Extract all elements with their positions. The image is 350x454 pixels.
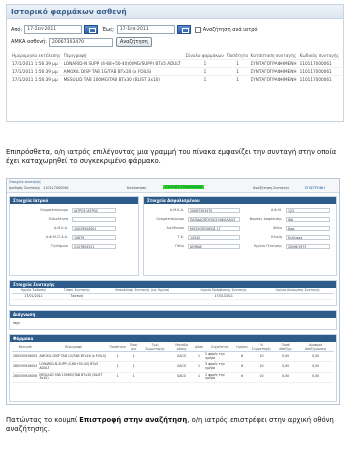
return-to-search-link[interactable]: ΕΠΙΣΤΡΟΦΗ (305, 186, 325, 190)
from-calendar-icon[interactable] (84, 25, 99, 34)
table-row[interactable]: 17/1/2011 1:56:39 μμ AMOXIL DISP TAB 1G/… (11, 67, 341, 76)
table-header-row: Ημερομηνία εκτέλεσης Περιγραφή Σύνολο φα… (11, 52, 341, 60)
doctor-section: Στοιχεία Ιατρού Ονοματεπώνυμο ΙΑΤΡΟΣ ΙΑΤ… (9, 196, 139, 276)
table-row[interactable]: 17/1/2011 1:56:39 μμ MESULID TAB 100MG/T… (11, 75, 341, 83)
cell-total: 1 (184, 67, 226, 76)
col-header: Σύνολο φαρμάκων (185, 53, 224, 58)
paragraph-select-row: Επιπρόσθετα, ο/η ιατρός επιλέγοντας μια … (6, 148, 337, 165)
drugs-section: Φάρμακα Barcode Περιγραφή Ποσότητα Ποσ/ρ… (9, 334, 337, 402)
col-header: Ποσότητα (226, 53, 248, 58)
col-header: Περιγραφή (63, 53, 87, 58)
rx-number-label: Αριθμός Συνταγής (9, 186, 41, 190)
header-title: Στοιχεία συνταγής (9, 180, 42, 184)
diagnosis-title: Διάγνωση (10, 311, 336, 318)
cell-code: 110117000061 (298, 75, 341, 83)
cell-quantity: 1 (225, 67, 250, 76)
status-badge: ΣΥΝΤΑΓΟΓΡΑΦΗΜΕΝΗ (163, 185, 205, 189)
col-header: Κατάσταση συνταγής (250, 53, 297, 58)
rx-number-value: 110117000061 (43, 186, 69, 190)
rx-info-title: Στοιχεία Συνταγής (10, 281, 336, 288)
medication-history-panel: Ιστορικό φαρμάκων ασθενή Από: 17-Σεπ-201… (6, 4, 344, 122)
prescription-header-bar: Στοιχεία συνταγής Αριθμός Συνταγής 11011… (7, 179, 339, 193)
cell-code: 110117000061 (298, 59, 341, 68)
cell-total: 1 (184, 59, 226, 68)
from-label: Από: (11, 26, 23, 33)
search-button[interactable]: Αναζήτηση (115, 37, 152, 47)
cell-code: 110117000061 (298, 67, 341, 76)
cell-status: ΣΥΝΤΑΓΟΓΡΑΦΗΜΕΝΗ (249, 59, 299, 68)
cell-date: 17/1/2011 1:56:39 μμ (11, 59, 63, 68)
search-by-doctor-label: Αναζήτηση ανά ιατρό (202, 26, 258, 33)
amka-label: ΑΜΚΑ ασθενή: (11, 39, 47, 45)
rx-info-table: Ημ/νία Έκδοσης Τύπος Συνταγής Επανάληψη … (12, 288, 334, 301)
diagnosis-section: Διάγνωση Ισχυ (9, 310, 337, 330)
cell-date: 17/1/2011 1:56:39 μμ (11, 67, 63, 76)
from-date-input[interactable]: 17-Σεπ-2011 (24, 25, 83, 34)
panel-title: Ιστορικό φαρμάκων ασθενή (7, 5, 343, 19)
rx-info-section: Στοιχεία Συνταγής Ημ/νία Έκδοσης Τύπος Σ… (9, 280, 337, 306)
cell-status: ΣΥΝΤΑΓΟΓΡΑΦΗΜΕΝΗ (249, 75, 299, 83)
to-label: Έως: (102, 26, 115, 33)
doctor-section-title: Στοιχεία Ιατρού (10, 197, 138, 204)
drugs-table: Barcode Περιγραφή Ποσότητα Ποσ/ριο Τιμή … (12, 343, 334, 383)
patient-section-title: Στοιχεία Ασφαλισμένου (144, 197, 336, 204)
amka-row: ΑΜΚΑ ασθενή: 20067303470 Αναζήτηση (11, 37, 152, 47)
search-rx-label: Αναζήτηση Συνταγής (253, 186, 290, 190)
cell-description: MESULID TAB 100MG/TAB BTx30 (BLIST 3x10) (62, 75, 185, 83)
status-label: Κατάσταση (127, 186, 147, 190)
table-row: 280030926005 AMOXIL DISP TAB 1G/TAB BTx1… (12, 351, 334, 363)
amka-input[interactable]: 20067303470 (48, 37, 113, 47)
drugs-header-row: Barcode Περιγραφή Ποσότητα Ποσ/ριο Τιμή … (12, 343, 334, 353)
date-filter-row: Από: 17-Σεπ-2011 Έως: 17-Σεπ-2011 Αναζήτ… (11, 25, 257, 34)
to-date-input[interactable]: 17-Σεπ-2011 (116, 25, 175, 34)
cell-total: 1 (184, 75, 226, 83)
cell-date: 17/1/2011 1:56:39 μμ (11, 75, 63, 83)
table-row: 280030926006 MESULID TAB 100MG/TAB BTx30… (12, 372, 334, 383)
prescription-detail-screen: Στοιχεία συνταγής Αριθμός Συνταγής 11011… (6, 178, 340, 405)
to-calendar-icon[interactable] (176, 25, 191, 34)
col-header: Κωδικός συνταγής (299, 53, 340, 58)
patient-section: Στοιχεία Ασφαλισμένου Α.Μ.Κ.Α. 200673034… (143, 196, 337, 276)
table-row[interactable]: 17/1/2011 1:56:39 μμ LONARID-N SUPP (4-6… (11, 59, 341, 68)
cell-quantity: 1 (225, 59, 250, 68)
return-button-mention: Επιστροφή στην αναζήτηση (79, 416, 188, 424)
paragraph-return-button: Πατώντας το κουμπί Επιστροφή στην αναζήτ… (6, 416, 334, 433)
cell-status: ΣΥΝΤΑΓΟΓΡΑΦΗΜΕΝΗ (249, 67, 299, 76)
drugs-title: Φάρμακα (10, 335, 336, 342)
col-header: Ημερομηνία εκτέλεσης (12, 53, 61, 58)
table-row: 280030926004 LONARID-N SUPP (4-68+50-40)… (12, 361, 334, 373)
diagnosis-value: Ισχυ (13, 321, 21, 325)
cell-description: AMOXIL DISP TAB 1G/TAB BTx18 (x FOILS) (62, 67, 185, 76)
cell-description: LONARID-N SUPP (4-68+50-40)0(MG/SUPP) BT… (62, 59, 185, 68)
medication-history-table: Ημερομηνία εκτέλεσης Περιγραφή Σύνολο φα… (11, 52, 341, 83)
search-by-doctor-checkbox[interactable] (194, 26, 201, 33)
cell-quantity: 1 (225, 75, 250, 83)
